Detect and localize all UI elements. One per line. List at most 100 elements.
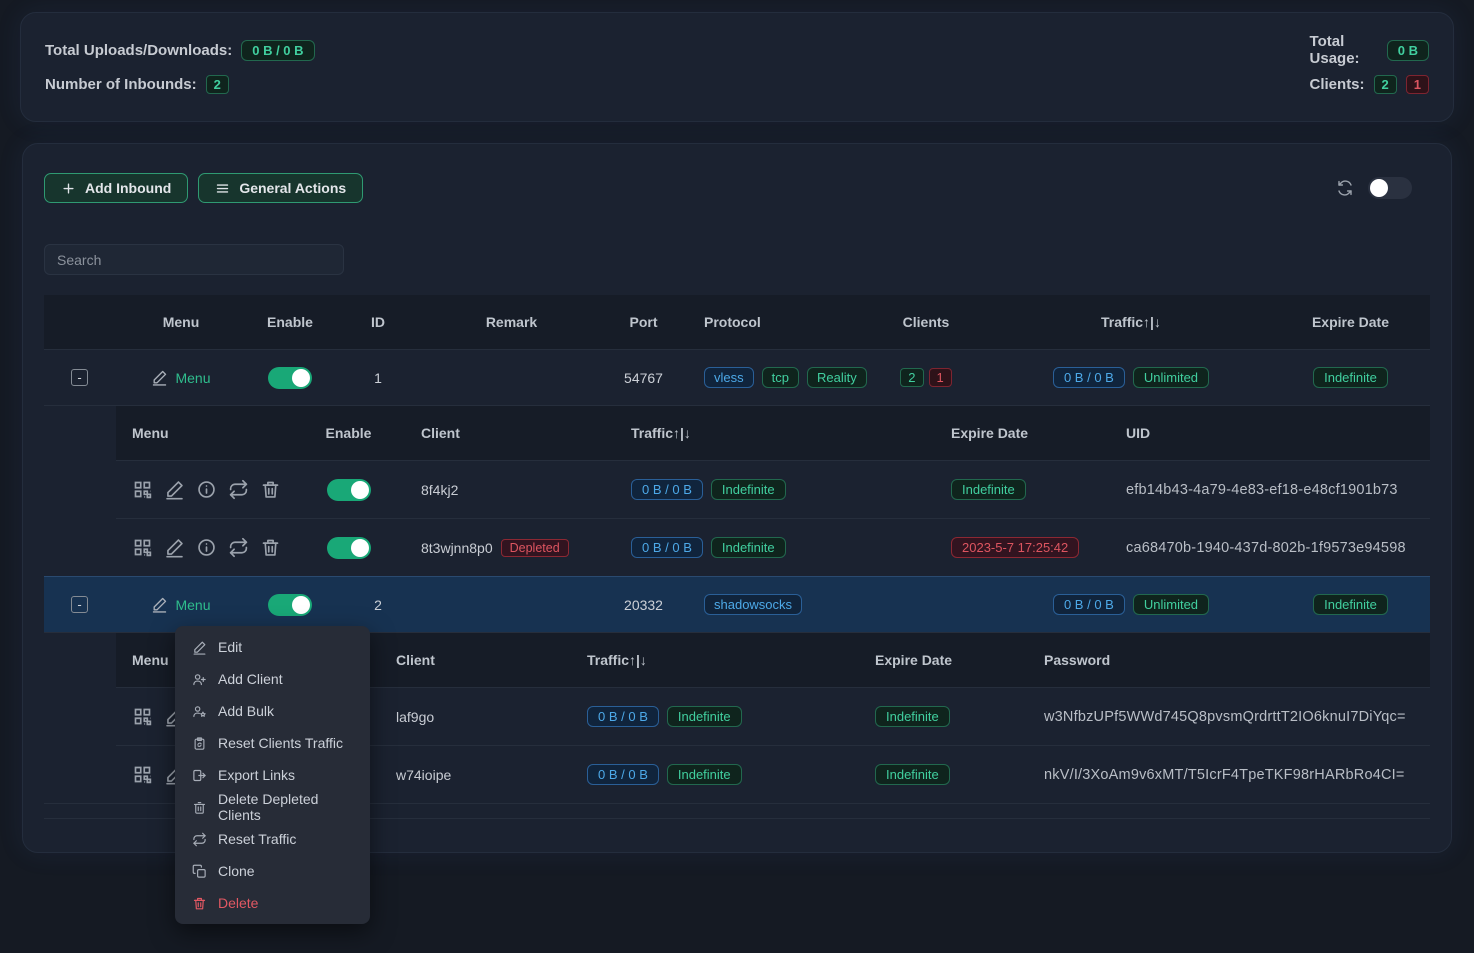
clients-count-badges: 2 1: [900, 368, 951, 387]
context-menu-item-add-client[interactable]: Add Client: [175, 663, 370, 695]
enable-cell: [246, 594, 334, 616]
client-traffic-badge: 0 B / 0 B: [587, 706, 659, 727]
collapse-row-button[interactable]: -: [71, 369, 88, 386]
client-expire-badge: Indefinite: [875, 764, 950, 785]
inbound-menu-trigger[interactable]: Menu: [151, 596, 210, 613]
context-menu-item-delete-depleted-clients[interactable]: Delete Depleted Clients: [175, 791, 370, 823]
client-name-cell: 8f4kj2: [391, 482, 596, 498]
qrcode-icon[interactable]: [132, 537, 153, 558]
collapse-row-button[interactable]: -: [71, 596, 88, 613]
port-cell: 20332: [601, 597, 686, 613]
stat-inbounds-badge: 2: [206, 75, 229, 94]
search-input[interactable]: [44, 244, 344, 275]
expire-cell: Indefinite: [1271, 594, 1430, 615]
client-row-8t3wjnn8p0: 8t3wjnn8p0 Depleted 0 B / 0 B Indefinite…: [116, 518, 1430, 576]
delete-depleted-clients-icon: [192, 800, 207, 815]
context-menu-item-reset-clients-traffic[interactable]: Reset Clients Traffic: [175, 727, 370, 759]
client-name-cell: 8t3wjnn8p0 Depleted: [391, 539, 596, 557]
inbound-context-menu: Edit Add Client Add Bulk Reset Clients T…: [175, 626, 370, 924]
client-enable-cell: [306, 537, 391, 559]
protocol-tags: vless tcp Reality: [704, 367, 867, 388]
edit-pencil-icon: [151, 596, 168, 613]
protocol-cell: shadowsocks: [686, 594, 861, 615]
clients-total-badge: 2: [900, 368, 923, 387]
c2-header-traffic: Traffic↑|↓: [571, 652, 861, 668]
c2-header-password: Password: [1031, 652, 1430, 668]
toggle-knob: [351, 481, 369, 499]
toggle-knob: [351, 539, 369, 557]
theme-toggle[interactable]: [1368, 177, 1412, 199]
client-traffic-badges: 0 B / 0 B Indefinite: [587, 706, 742, 727]
stat-usage-badge: 0 B: [1387, 40, 1429, 61]
client-enable-toggle[interactable]: [327, 537, 371, 559]
client-traffic-badges: 0 B / 0 B Indefinite: [631, 479, 786, 500]
client-expire-cell: 2023-5-7 17:25:42: [901, 537, 1111, 558]
protocol-cell: vless tcp Reality: [686, 367, 861, 388]
edit-client-icon[interactable]: [164, 479, 185, 500]
inbound-enable-toggle[interactable]: [268, 594, 312, 616]
traffic-value-badge: 0 B / 0 B: [1053, 594, 1125, 615]
export-links-icon: [192, 768, 207, 783]
inbound-menu-trigger[interactable]: Menu: [151, 369, 210, 386]
client-traffic-cell: 0 B / 0 B Indefinite: [596, 479, 901, 500]
context-menu-item-reset-traffic[interactable]: Reset Traffic: [175, 823, 370, 855]
client-uid: ca68470b-1940-437d-802b-1f9573e94598: [1111, 540, 1430, 556]
qrcode-icon[interactable]: [132, 479, 153, 500]
client-traffic-badges: 0 B / 0 B Indefinite: [631, 537, 786, 558]
client-password: nkV/I/3XoAm9v6xMT/T5IcrF4TpeTKF98rHARbRo…: [1031, 767, 1430, 783]
refresh-icon[interactable]: [1336, 179, 1354, 197]
plus-icon: [61, 181, 76, 196]
reset-traffic-icon[interactable]: [228, 537, 249, 558]
inbound-menu-label: Menu: [175, 370, 210, 386]
add-inbound-button[interactable]: Add Inbound: [44, 173, 188, 203]
edit-icon: [192, 640, 207, 655]
protocol-tag-reality: Reality: [807, 367, 867, 388]
stat-uploads-downloads: Total Uploads/Downloads: 0 B / 0 B: [45, 40, 615, 61]
qrcode-icon[interactable]: [132, 706, 153, 727]
context-menu-item-add-bulk[interactable]: Add Bulk: [175, 695, 370, 727]
traffic-limit-badge: Unlimited: [1133, 367, 1209, 388]
context-menu-item-clone[interactable]: Clone: [175, 855, 370, 887]
id-cell: 2: [334, 597, 422, 613]
client-name: w74ioipe: [396, 767, 451, 783]
enable-cell: [246, 367, 334, 389]
reset-clients-traffic-icon: [192, 736, 207, 751]
context-menu-label: Export Links: [218, 767, 295, 783]
header-enable: Enable: [246, 314, 334, 330]
context-menu-item-delete[interactable]: Delete: [175, 887, 370, 919]
inbound-row-1: - Menu 1 54767 vless tcp: [44, 349, 1430, 405]
qrcode-icon[interactable]: [132, 764, 153, 785]
menu-cell: Menu: [116, 596, 246, 613]
c2-header-client: Client: [381, 652, 571, 668]
context-menu-item-export-links[interactable]: Export Links: [175, 759, 370, 791]
delete-client-icon[interactable]: [260, 479, 281, 500]
context-menu-item-edit[interactable]: Edit: [175, 631, 370, 663]
inbound-enable-toggle[interactable]: [268, 367, 312, 389]
general-actions-button[interactable]: General Actions: [198, 173, 363, 203]
reset-traffic-icon[interactable]: [228, 479, 249, 500]
traffic-cell: 0 B / 0 B Unlimited: [991, 594, 1271, 615]
client-enable-toggle[interactable]: [327, 479, 371, 501]
info-icon[interactable]: [196, 479, 217, 500]
header-remark: Remark: [422, 314, 601, 330]
clone-icon: [192, 864, 207, 879]
header-menu: Menu: [116, 314, 246, 330]
delete-client-icon[interactable]: [260, 537, 281, 558]
client-traffic-limit-badge: Indefinite: [711, 479, 786, 500]
client-traffic-limit-badge: Indefinite: [711, 537, 786, 558]
edit-client-icon[interactable]: [164, 537, 185, 558]
stat-uploads-badge: 0 B / 0 B: [241, 40, 314, 61]
header-id: ID: [334, 314, 422, 330]
expire-badge: Indefinite: [1313, 367, 1388, 388]
add-bulk-icon: [192, 704, 207, 719]
client-uid: efb14b43-4a79-4e83-ef18-e48cf1901b73: [1111, 482, 1430, 498]
expire-badge: Indefinite: [1313, 594, 1388, 615]
menu-cell: Menu: [116, 369, 246, 386]
stat-inbounds-label: Number of Inbounds:: [45, 76, 197, 93]
stat-total-usage: Total Usage: 0 B: [1310, 33, 1429, 67]
add-inbound-label: Add Inbound: [85, 180, 171, 196]
client-row-8f4kj2: 8f4kj2 0 B / 0 B Indefinite Indefinite e…: [116, 460, 1430, 518]
client-expire-date-badge: 2023-5-7 17:25:42: [951, 537, 1079, 558]
stats-card: Total Uploads/Downloads: 0 B / 0 B Total…: [20, 12, 1454, 122]
info-icon[interactable]: [196, 537, 217, 558]
